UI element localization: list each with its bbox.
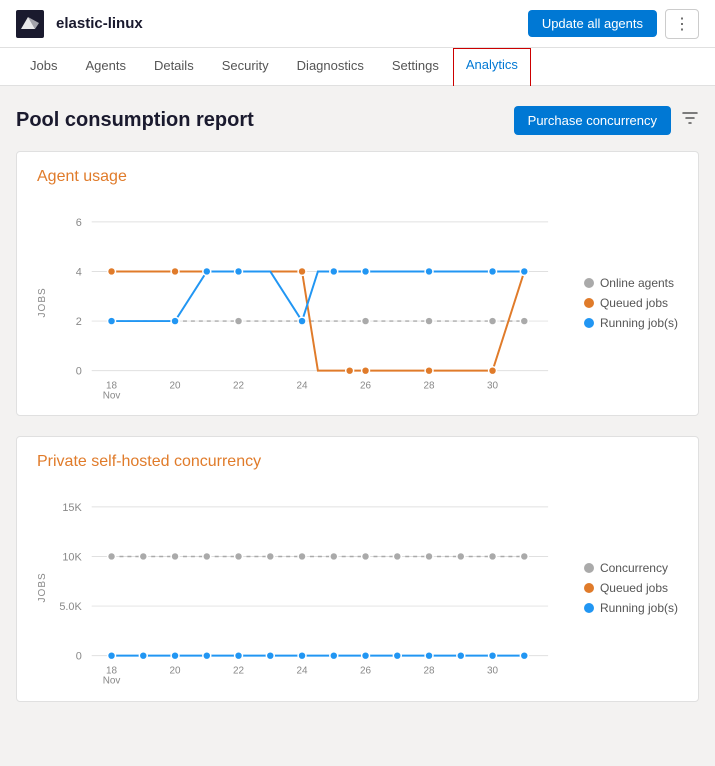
concurrency-title: Private self-hosted concurrency — [37, 453, 678, 471]
svg-text:26: 26 — [360, 381, 372, 392]
nav-tabs: Jobs Agents Details Security Diagnostics… — [0, 48, 715, 86]
legend-label-running-c: Running job(s) — [600, 601, 678, 615]
legend-running-jobs: Running job(s) — [584, 316, 678, 330]
tab-settings[interactable]: Settings — [378, 48, 453, 85]
agent-usage-title: Agent usage — [37, 168, 678, 186]
page-header-actions: Purchase concurrency — [514, 106, 699, 135]
agent-usage-svg: 6 4 2 0 18 Nov 20 22 24 26 28 30 — [52, 202, 568, 400]
svg-text:0: 0 — [76, 651, 82, 663]
agent-usage-y-label: JOBS — [37, 202, 48, 403]
update-all-agents-button[interactable]: Update all agents — [528, 10, 657, 37]
svg-text:4: 4 — [76, 266, 82, 278]
tab-analytics[interactable]: Analytics — [453, 48, 531, 86]
agent-usage-chart-card: Agent usage JOBS 6 4 2 0 — [16, 151, 699, 416]
svg-text:22: 22 — [233, 666, 245, 677]
svg-text:5.0K: 5.0K — [59, 601, 82, 613]
svg-text:28: 28 — [424, 666, 436, 677]
legend-label-queued: Queued jobs — [600, 296, 668, 310]
concurrency-chart-body: 15K 10K 5.0K 0 18 Nov 20 22 24 26 28 30 — [52, 487, 568, 688]
svg-text:Nov: Nov — [103, 676, 121, 687]
page-title: Pool consumption report — [16, 109, 254, 132]
app-logo — [16, 10, 44, 38]
agent-usage-chart-body: 6 4 2 0 18 Nov 20 22 24 26 28 30 — [52, 202, 568, 403]
concurrency-chart-area: JOBS 15K 10K 5.0K 0 18 Nov 20 — [37, 487, 678, 688]
svg-text:24: 24 — [297, 666, 309, 677]
legend-dot-queued — [584, 298, 594, 308]
legend-dot-running — [584, 318, 594, 328]
svg-text:10K: 10K — [62, 552, 82, 564]
header-actions: Update all agents ⋮ — [528, 9, 699, 39]
legend-label-queued-c: Queued jobs — [600, 581, 668, 595]
concurrency-chart-card: Private self-hosted concurrency JOBS 15K… — [16, 436, 699, 701]
legend-dot-queued-c — [584, 583, 594, 593]
legend-label-running: Running job(s) — [600, 316, 678, 330]
legend-queued-jobs: Queued jobs — [584, 296, 678, 310]
tab-security[interactable]: Security — [208, 48, 283, 85]
svg-text:Nov: Nov — [103, 390, 121, 401]
purchase-concurrency-button[interactable]: Purchase concurrency — [514, 106, 671, 135]
agent-usage-chart-area: JOBS 6 4 2 0 — [37, 202, 678, 403]
svg-text:22: 22 — [233, 381, 245, 392]
legend-online-agents: Online agents — [584, 276, 678, 290]
legend-dot-concurrency — [584, 563, 594, 573]
svg-text:24: 24 — [297, 381, 309, 392]
legend-concurrency: Concurrency — [584, 561, 678, 575]
svg-text:30: 30 — [487, 381, 499, 392]
filter-icon[interactable] — [681, 109, 699, 132]
tab-diagnostics[interactable]: Diagnostics — [283, 48, 378, 85]
legend-dot-running-c — [584, 603, 594, 613]
legend-label-online: Online agents — [600, 276, 674, 290]
svg-text:2: 2 — [76, 316, 82, 328]
concurrency-legend: Concurrency Queued jobs Running job(s) — [584, 487, 678, 688]
svg-text:20: 20 — [170, 666, 182, 677]
tab-jobs[interactable]: Jobs — [16, 48, 71, 85]
svg-text:28: 28 — [424, 381, 436, 392]
tab-agents[interactable]: Agents — [71, 48, 139, 85]
concurrency-y-label: JOBS — [37, 487, 48, 688]
app-header: elastic-linux Update all agents ⋮ — [0, 0, 715, 48]
legend-label-concurrency: Concurrency — [600, 561, 668, 575]
svg-text:0: 0 — [76, 366, 82, 378]
legend-dot-online — [584, 278, 594, 288]
svg-text:15K: 15K — [62, 502, 82, 514]
tab-details[interactable]: Details — [140, 48, 208, 85]
svg-text:6: 6 — [76, 217, 82, 229]
svg-text:26: 26 — [360, 666, 372, 677]
legend-running-concurrency: Running job(s) — [584, 601, 678, 615]
kebab-menu-button[interactable]: ⋮ — [665, 9, 699, 39]
header-title: elastic-linux — [56, 15, 528, 32]
agent-usage-legend: Online agents Queued jobs Running job(s) — [584, 202, 678, 403]
svg-text:30: 30 — [487, 666, 499, 677]
svg-text:20: 20 — [170, 381, 182, 392]
concurrency-svg: 15K 10K 5.0K 0 18 Nov 20 22 24 26 28 30 — [52, 487, 568, 685]
legend-queued-concurrency: Queued jobs — [584, 581, 678, 595]
main-content: Pool consumption report Purchase concurr… — [0, 86, 715, 742]
page-header: Pool consumption report Purchase concurr… — [16, 106, 699, 135]
